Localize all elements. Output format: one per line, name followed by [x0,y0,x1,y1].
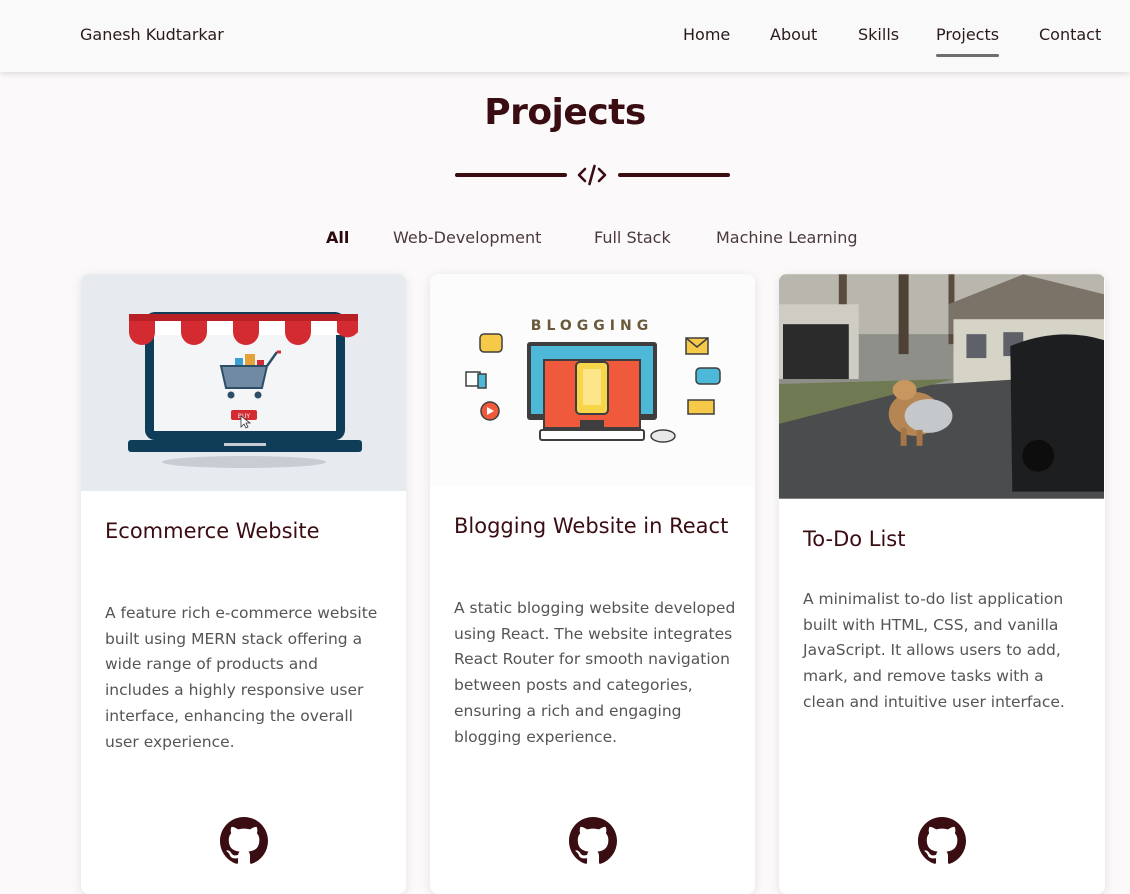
filter-full-stack[interactable]: Full Stack [594,228,671,247]
dog-carrying-trash-bag-photo [779,274,1104,499]
nav-link-skills[interactable]: Skills [858,25,899,44]
project-title: Ecommerce Website [105,519,320,543]
project-title: Blogging Website in React [454,514,729,538]
project-description: A static blogging website developed usin… [454,599,736,746]
nav-link-contact[interactable]: Contact [1039,25,1101,44]
code-icon [577,164,607,186]
page-title: Projects [484,92,646,133]
nav-links: Home About Skills Projects Contact [0,25,1130,65]
github-icon[interactable] [569,817,617,865]
github-icon[interactable] [220,817,268,865]
filter-web-development[interactable]: Web-Development [393,228,541,247]
filter-all[interactable]: All [326,228,349,247]
project-description: A feature rich e-commerce website built … [105,604,378,751]
blogging-illustration: BLOGGING [430,274,755,486]
project-description: A minimalist to-do list application buil… [803,590,1065,711]
filter-machine-learning[interactable]: Machine Learning [716,228,858,247]
github-icon[interactable] [918,817,966,865]
nav-link-projects[interactable]: Projects [936,25,1000,57]
title-divider [455,162,730,188]
divider-line-left [455,173,567,177]
project-card-blogging: BLOGGING Blogging Website in React A sta… [430,274,755,894]
nav-link-home[interactable]: Home [683,25,730,44]
nav-link-about[interactable]: About [770,25,817,44]
blogging-banner: BLOGGING [531,318,653,334]
navbar: Ganesh Kudtarkar Home About Skills Proje… [0,0,1130,72]
project-title: To-Do List [803,527,906,551]
project-card-ecommerce: BUY Ecommerce Website A feature rich e-c… [81,274,406,894]
project-filters: All Web-Development Full Stack Machine L… [0,228,1130,252]
ecommerce-illustration: BUY [81,274,406,491]
project-card-todo: To-Do List A minimalist to-do list appli… [779,274,1105,894]
divider-line-right [618,173,730,177]
